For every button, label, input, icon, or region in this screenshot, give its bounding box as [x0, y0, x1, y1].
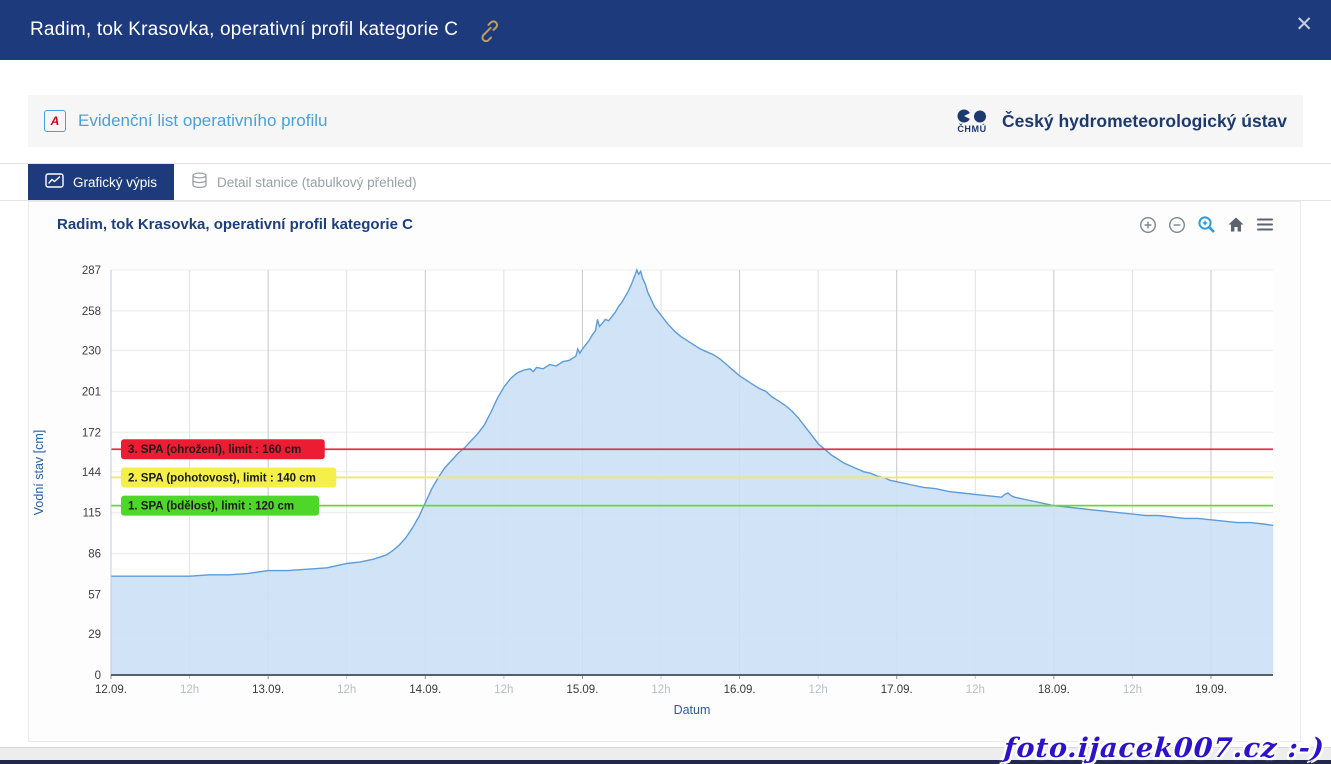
svg-text:15.09.: 15.09. — [566, 684, 598, 696]
svg-text:287: 287 — [82, 265, 101, 277]
svg-text:13.09.: 13.09. — [252, 684, 284, 696]
svg-text:3. SPA (ohrožení), limit : 160: 3. SPA (ohrožení), limit : 160 cm — [128, 444, 301, 456]
tab-graficky-vypis[interactable]: Grafický výpis — [28, 164, 174, 200]
svg-text:18.09.: 18.09. — [1038, 684, 1070, 696]
svg-text:12.09.: 12.09. — [95, 684, 127, 696]
close-icon[interactable]: ✕ — [1295, 14, 1313, 35]
dialog-title: Radim, tok Krasovka, operativní profil k… — [30, 19, 458, 41]
tab-detail-stanice[interactable]: Detail stanice (tabulkový přehled) — [174, 164, 434, 200]
pdf-icon: A — [44, 110, 66, 132]
svg-text:12h: 12h — [1123, 684, 1142, 696]
dialog-header: Radim, tok Krasovka, operativní profil k… — [0, 0, 1331, 60]
svg-text:1. SPA (bdělost), limit : 120: 1. SPA (bdělost), limit : 120 cm — [128, 501, 294, 513]
svg-text:Vodní stav [cm]: Vodní stav [cm] — [32, 430, 46, 515]
watermark: foto.ijacek007.cz :-) — [1003, 733, 1326, 764]
chmu-logo-text: ČHMÚ — [957, 125, 986, 134]
svg-text:17.09.: 17.09. — [881, 684, 913, 696]
tab-label: Detail stanice (tabulkový přehled) — [217, 175, 417, 190]
chart-toolbar — [1139, 215, 1274, 234]
svg-text:230: 230 — [82, 345, 101, 357]
institute-name: Český hydrometeorologický ústav — [1002, 111, 1287, 132]
svg-text:12h: 12h — [337, 684, 356, 696]
pdf-link[interactable]: A Evidenční list operativního profilu — [44, 110, 327, 132]
chart-card: Radim, tok Krasovka, operativní profil k… — [28, 201, 1301, 742]
tab-label: Grafický výpis — [73, 175, 157, 190]
chart-title: Radim, tok Krasovka, operativní profil k… — [57, 216, 413, 233]
chart-tab-icon — [45, 173, 64, 191]
chmu-logo-icon: ČHMÚ — [954, 109, 990, 134]
info-bar: A Evidenční list operativního profilu ČH… — [28, 95, 1303, 147]
svg-text:172: 172 — [82, 427, 101, 439]
permalink-icon[interactable] — [476, 18, 501, 42]
svg-text:12h: 12h — [494, 684, 513, 696]
svg-text:144: 144 — [82, 467, 102, 479]
svg-text:29: 29 — [88, 629, 101, 641]
svg-text:57: 57 — [88, 590, 101, 602]
svg-text:0: 0 — [95, 670, 101, 682]
svg-text:14.09.: 14.09. — [409, 684, 441, 696]
svg-text:12h: 12h — [966, 684, 985, 696]
home-reset-icon[interactable] — [1227, 216, 1245, 233]
zoom-in-icon[interactable] — [1139, 216, 1157, 234]
institute-brand: ČHMÚ Český hydrometeorologický ústav — [954, 109, 1287, 134]
svg-text:12h: 12h — [651, 684, 670, 696]
svg-text:12h: 12h — [809, 684, 828, 696]
tab-bar: Grafický výpis Detail stanice (tabulkový… — [0, 163, 1331, 201]
svg-text:258: 258 — [82, 306, 101, 318]
zoom-out-icon[interactable] — [1168, 216, 1186, 234]
svg-text:86: 86 — [88, 549, 101, 561]
menu-icon[interactable] — [1256, 217, 1274, 232]
svg-text:115: 115 — [83, 508, 101, 520]
chart-plot[interactable]: 0 29 57 86 115 144 172 201 230 258 287 12.09. 12h 13.… — [29, 250, 1302, 730]
svg-text:16.09.: 16.09. — [724, 684, 756, 696]
pdf-link-label: Evidenční list operativního profilu — [78, 111, 327, 131]
svg-text:201: 201 — [82, 386, 101, 398]
svg-text:Datum: Datum — [674, 703, 711, 717]
zoom-select-icon[interactable] — [1197, 215, 1216, 234]
svg-text:12h: 12h — [180, 684, 199, 696]
svg-text:19.09.: 19.09. — [1195, 684, 1227, 696]
svg-text:2. SPA (pohotovost), limit : 1: 2. SPA (pohotovost), limit : 140 cm — [128, 472, 316, 484]
database-icon — [191, 172, 208, 192]
